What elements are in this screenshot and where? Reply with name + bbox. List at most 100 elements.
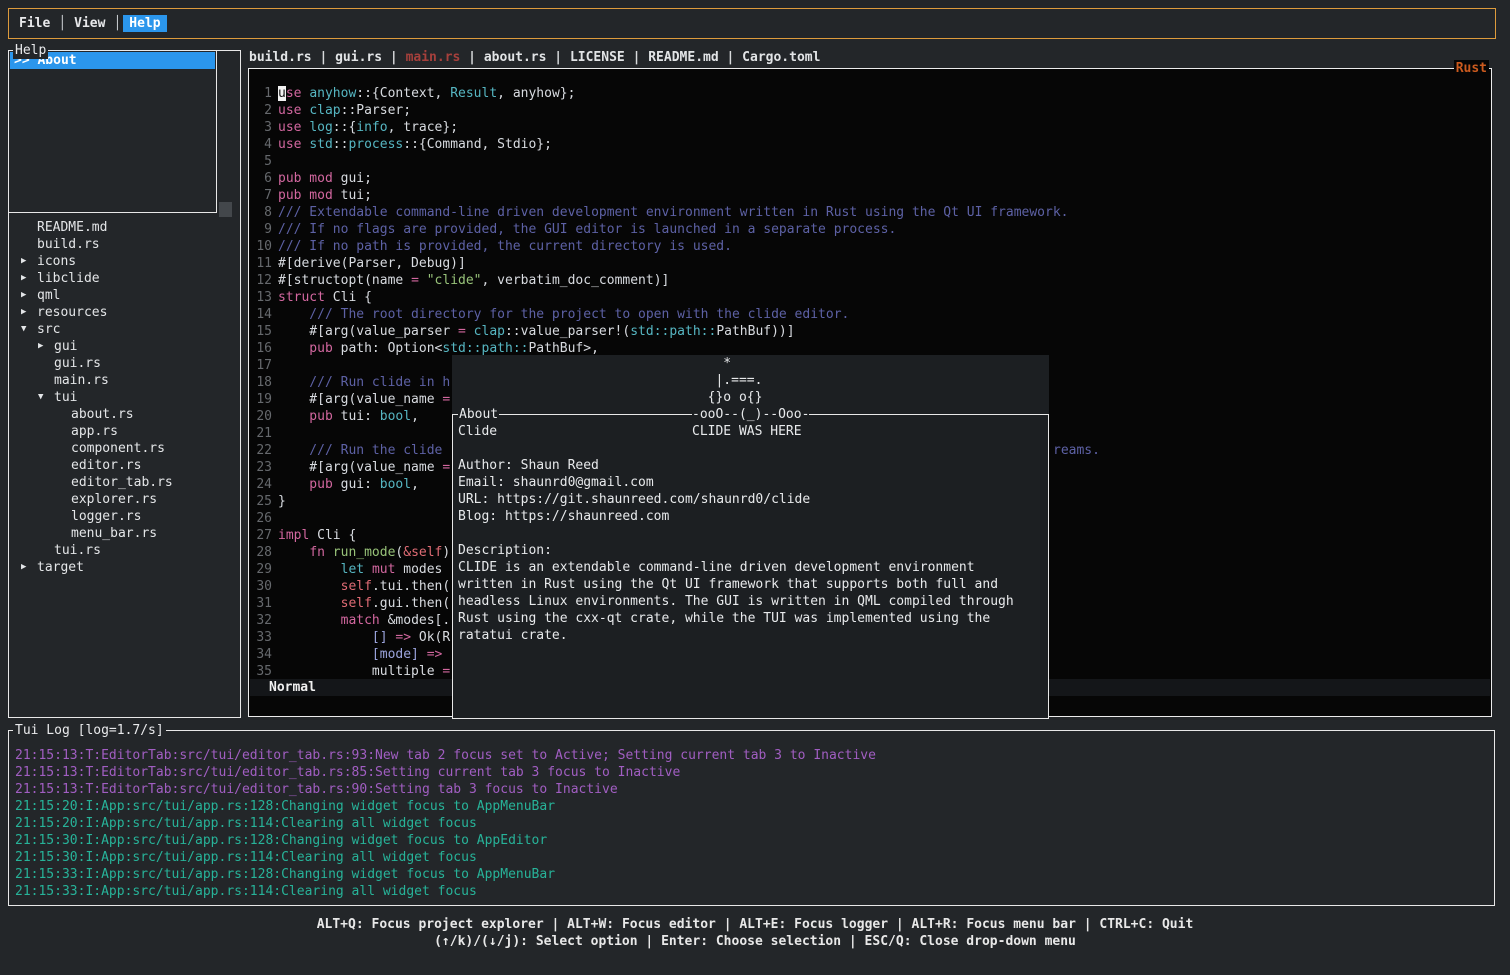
syntax-segment: bool xyxy=(380,477,411,492)
syntax-segment: /// If no flags are provided, the GUI ed… xyxy=(278,222,896,237)
syntax-segment: pub xyxy=(278,409,341,424)
tab-separator: | xyxy=(460,50,483,65)
line-text: #[arg(value_parser = clap::value_parser!… xyxy=(278,323,795,340)
syntax-segment: pub xyxy=(278,477,341,492)
tab-cargo-toml[interactable]: Cargo.toml xyxy=(742,50,820,65)
syntax-segment: #[structopt(name xyxy=(278,273,411,288)
line-text: #[arg(value_name = xyxy=(278,459,450,476)
code-line: 4use std::process::{Command, Stdio}; xyxy=(249,136,1491,153)
editor-tab-bar[interactable]: build.rs | gui.rs | main.rs | about.rs |… xyxy=(249,49,820,66)
about-row-text: written in Rust using the Qt UI framewor… xyxy=(458,577,998,592)
tab-build-rs[interactable]: build.rs xyxy=(249,50,312,65)
syntax-segment: => xyxy=(395,630,411,645)
tree-item-src[interactable]: ▼src xyxy=(9,321,239,338)
menu-bar[interactable]: File│View│Help xyxy=(8,8,1496,39)
syntax-segment xyxy=(278,630,372,645)
vim-mode-label: Normal xyxy=(269,680,316,695)
syntax-segment: = xyxy=(442,664,450,679)
code-line: 9 /// If no flags are provided, the GUI e… xyxy=(249,221,1491,238)
tree-item-editor-rs[interactable]: editor.rs xyxy=(9,457,239,474)
tree-item-explorer-rs[interactable]: explorer.rs xyxy=(9,491,239,508)
tree-item-build-rs[interactable]: build.rs xyxy=(9,236,239,253)
line-text: /// Run clide in h xyxy=(278,374,450,391)
tui-log-panel[interactable]: Tui Log [log=1.7/s] 21:15:13:T:EditorTab… xyxy=(8,730,1495,906)
help-dropdown-menu[interactable]: Help >> About xyxy=(8,50,217,213)
line-number: 9 xyxy=(252,221,272,238)
line-text: /// Extendable command-line driven devel… xyxy=(278,204,1069,221)
syntax-segment xyxy=(278,647,372,662)
explorer-scrollbar-thumb[interactable] xyxy=(219,202,232,217)
line-number: 23 xyxy=(252,459,272,476)
tab-readme-md[interactable]: README.md xyxy=(648,50,718,65)
syntax-segment: Cli { xyxy=(333,290,372,305)
tree-item-label: menu_bar.rs xyxy=(71,525,157,542)
syntax-segment: pub xyxy=(278,341,341,356)
line-number: 1 xyxy=(252,85,272,102)
line-text: pub gui: bool, xyxy=(278,476,419,493)
tree-item-gui[interactable]: ▶gui xyxy=(9,338,239,355)
tree-item-tui[interactable]: ▼tui xyxy=(9,389,239,406)
syntax-segment: [] xyxy=(372,630,388,645)
tree-item-gui-rs[interactable]: gui.rs xyxy=(9,355,239,372)
syntax-segment: log xyxy=(309,120,332,135)
syntax-segment: :: xyxy=(333,137,349,152)
syntax-segment xyxy=(419,273,427,288)
syntax-segment: /// Run the clide xyxy=(278,443,450,458)
line-number: 28 xyxy=(252,544,272,561)
tree-item-resources[interactable]: ▶resources xyxy=(9,304,239,321)
syntax-segment xyxy=(278,562,341,577)
tree-item-main-rs[interactable]: main.rs xyxy=(9,372,239,389)
code-line: 6pub mod gui; xyxy=(249,170,1491,187)
tab-separator: | xyxy=(312,50,335,65)
menu-item-help[interactable]: Help xyxy=(123,15,166,32)
tree-item-editor_tab-rs[interactable]: editor_tab.rs xyxy=(9,474,239,491)
line-text: /// The root directory for the project t… xyxy=(278,306,849,323)
syntax-segment: &modes[. xyxy=(388,613,451,628)
about-dialog-row: Description: xyxy=(458,542,1043,559)
tree-item-logger-rs[interactable]: logger.rs xyxy=(9,508,239,525)
syntax-segment: , xyxy=(411,409,419,424)
about-dialog-row: Author: Shaun Reed xyxy=(458,457,1043,474)
line-number: 5 xyxy=(252,153,272,170)
line-number: 27 xyxy=(252,527,272,544)
tree-item-label: component.rs xyxy=(71,440,165,457)
syntax-segment: PathBuf))] xyxy=(716,324,794,339)
log-entry: 21:15:20:I:App:src/tui/app.rs:128:Changi… xyxy=(15,798,1491,815)
line-text: multiple = xyxy=(278,663,450,680)
tree-item-component-rs[interactable]: component.rs xyxy=(9,440,239,457)
code-line: 13struct Cli { xyxy=(249,289,1491,306)
tree-item-libclide[interactable]: ▶libclide xyxy=(9,270,239,287)
menu-separator: │ xyxy=(56,15,68,32)
tab-gui-rs[interactable]: gui.rs xyxy=(335,50,382,65)
tab-main-rs[interactable]: main.rs xyxy=(406,50,461,65)
tree-item-qml[interactable]: ▶qml xyxy=(9,287,239,304)
menu-item-view[interactable]: View xyxy=(68,15,111,32)
tree-item-target[interactable]: ▶target xyxy=(9,559,239,576)
line-number: 10 xyxy=(252,238,272,255)
keybinding-help-line2: (↑/k)/(↓/j): Select option | Enter: Choo… xyxy=(0,933,1510,950)
tab-license[interactable]: LICENSE xyxy=(570,50,625,65)
syntax-segment: , trace}; xyxy=(388,120,458,135)
tab-about-rs[interactable]: about.rs xyxy=(484,50,547,65)
about-dialog-row: Email: shaunrd0@gmail.com xyxy=(458,474,1043,491)
tab-separator: | xyxy=(719,50,742,65)
tree-item-readme-md[interactable]: README.md xyxy=(9,219,239,236)
line-number: 34 xyxy=(252,646,272,663)
line-text: let mut modes xyxy=(278,561,450,578)
syntax-segment: /// If no path is provided, the current … xyxy=(278,239,732,254)
tree-item-icons[interactable]: ▶icons xyxy=(9,253,239,270)
syntax-segment: mut xyxy=(372,562,403,577)
line-text: self.tui.then( xyxy=(278,578,450,595)
about-dialog-row: ratatui crate. xyxy=(458,627,1043,644)
tree-item-menu_bar-rs[interactable]: menu_bar.rs xyxy=(9,525,239,542)
syntax-segment xyxy=(278,613,341,628)
menu-item-file[interactable]: File xyxy=(13,15,56,32)
tree-item-about-rs[interactable]: about.rs xyxy=(9,406,239,423)
about-dialog-row: URL: https://git.shaunreed.com/shaunrd0/… xyxy=(458,491,1043,508)
tree-item-app-rs[interactable]: app.rs xyxy=(9,423,239,440)
about-dialog-row: Rust using the cxx-qt crate, while the T… xyxy=(458,610,1043,627)
line-number: 12 xyxy=(252,272,272,289)
tree-item-tui-rs[interactable]: tui.rs xyxy=(9,542,239,559)
syntax-segment: use xyxy=(278,103,309,118)
language-badge: Rust xyxy=(1454,60,1489,77)
